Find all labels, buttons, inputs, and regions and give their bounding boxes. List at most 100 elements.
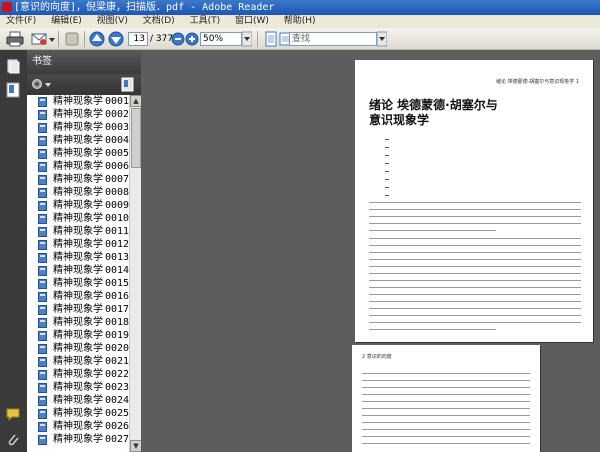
bookmark-item[interactable]: 精神现象学 0022 — [27, 368, 129, 381]
bookmark-item[interactable]: 精神现象学 0006 — [27, 160, 129, 173]
menu-file[interactable]: 文件(F) — [0, 15, 42, 28]
bookmark-item[interactable]: 精神现象学 0016 — [27, 290, 129, 303]
attachments-icon[interactable] — [5, 432, 21, 448]
options-gear-icon[interactable] — [30, 77, 52, 92]
bookmark-label: 精神现象学 — [53, 369, 103, 380]
bookmark-number: 0023 — [105, 382, 129, 393]
bookmark-number: 0003 — [105, 122, 129, 133]
bookmark-item[interactable]: 精神现象学 0027 — [27, 433, 129, 446]
bookmark-item[interactable]: 精神现象学 0007 — [27, 173, 129, 186]
bookmark-page-icon — [38, 305, 47, 315]
bookmark-item[interactable]: 精神现象学 0002 — [27, 108, 129, 121]
new-bookmark-icon[interactable] — [120, 77, 136, 92]
contents-entry — [385, 136, 575, 144]
print-icon[interactable] — [6, 31, 24, 47]
page-number-input[interactable]: 13 — [128, 32, 148, 46]
menu-tools[interactable]: 工具(T) — [184, 15, 227, 28]
pages-icon[interactable] — [5, 58, 21, 74]
bookmark-page-icon — [38, 331, 47, 341]
toolbar: 13 / 377 50% 查找 — [0, 28, 600, 50]
bookmark-item[interactable]: 精神现象学 0019 — [27, 329, 129, 342]
bookmark-item[interactable]: 精神现象学 0001 — [27, 95, 129, 108]
bookmark-label: 精神现象学 — [53, 226, 103, 237]
previous-page-icon[interactable] — [88, 31, 106, 47]
hand-tool-icon[interactable] — [63, 31, 81, 47]
menu-window[interactable]: 窗口(W) — [229, 15, 275, 28]
bookmark-item[interactable]: 精神现象学 0024 — [27, 394, 129, 407]
bookmark-label: 精神现象学 — [53, 252, 103, 263]
bookmark-page-icon — [38, 123, 47, 133]
bookmark-label: 精神现象学 — [53, 304, 103, 315]
contents-entry — [385, 168, 575, 176]
menu-bar: 文件(F) 编辑(E) 视图(V) 文档(D) 工具(T) 窗口(W) 帮助(H… — [0, 15, 600, 28]
bookmark-item[interactable]: 精神现象学 0012 — [27, 238, 129, 251]
bookmark-item[interactable]: 精神现象学 0025 — [27, 407, 129, 420]
zoom-in-icon[interactable] — [183, 31, 201, 47]
window-title: [意识的向度]，倪梁康，扫描版．pdf - Adobe Reader — [14, 2, 275, 13]
scrollbar-thumb[interactable] — [131, 108, 141, 168]
adobe-reader-icon — [2, 2, 12, 12]
bookmark-label: 精神现象学 — [53, 109, 103, 120]
next-page-icon[interactable] — [107, 31, 125, 47]
menu-edit[interactable]: 编辑(E) — [45, 15, 88, 28]
bookmarks-panel: 书签 精神现象学 0001 精神现象学 0002 精神现象学 0003 精神现象学 0004 精… — [27, 50, 142, 452]
toolbar-separator — [84, 31, 85, 47]
bookmark-number: 0018 — [105, 317, 129, 328]
bookmark-item[interactable]: 精神现象学 0026 — [27, 420, 129, 433]
bookmark-number: 0005 — [105, 148, 129, 159]
email-tools-icon[interactable] — [30, 31, 56, 47]
bookmark-item[interactable]: 精神现象学 0017 — [27, 303, 129, 316]
title-bar: [意识的向度]，倪梁康，扫描版．pdf - Adobe Reader — [0, 0, 600, 15]
toolbar-separator — [58, 31, 59, 47]
bookmark-label: 精神现象学 — [53, 382, 103, 393]
bookmark-label: 精神现象学 — [53, 239, 103, 250]
bookmark-number: 0008 — [105, 187, 129, 198]
bookmark-label: 精神现象学 — [53, 148, 103, 159]
bookmark-number: 0010 — [105, 213, 129, 224]
bookmark-label: 精神现象学 — [53, 291, 103, 302]
bookmark-page-icon — [38, 214, 47, 224]
bookmark-item[interactable]: 精神现象学 0023 — [27, 381, 129, 394]
menu-document[interactable]: 文档(D) — [137, 15, 181, 28]
bookmark-label: 精神现象学 — [53, 356, 103, 367]
running-head: 绪论 埃德蒙德·胡塞尔与意识现象学 1 — [496, 79, 579, 85]
menu-view[interactable]: 视图(V) — [91, 15, 134, 28]
bookmark-item[interactable]: 精神现象学 0009 — [27, 199, 129, 212]
bookmarks-icon[interactable] — [5, 82, 21, 98]
zoom-dropdown-icon[interactable] — [242, 31, 252, 47]
search-input[interactable]: 查找 — [289, 32, 377, 46]
bookmarks-scrollbar[interactable]: ▲ ▼ — [129, 95, 142, 452]
bookmark-item[interactable]: 精神现象学 0020 — [27, 342, 129, 355]
comments-icon[interactable] — [5, 406, 21, 422]
bookmark-page-icon — [38, 422, 47, 432]
menu-help[interactable]: 帮助(H) — [278, 15, 322, 28]
zoom-level-input[interactable]: 50% — [200, 32, 242, 46]
bookmark-item[interactable]: 精神现象学 0021 — [27, 355, 129, 368]
document-view[interactable]: 绪论 埃德蒙德·胡塞尔与意识现象学 1 绪论 埃德蒙德·胡塞尔与 意识现象学 2… — [141, 50, 600, 452]
bookmark-number: 0004 — [105, 135, 129, 146]
bookmark-label: 精神现象学 — [53, 343, 103, 354]
bookmark-item[interactable]: 精神现象学 0008 — [27, 186, 129, 199]
bookmark-item[interactable]: 精神现象学 0013 — [27, 251, 129, 264]
bookmarks-panel-header: 书签 — [27, 50, 141, 74]
bookmark-item[interactable]: 精神现象学 0005 — [27, 147, 129, 160]
search-dropdown-icon[interactable] — [377, 31, 387, 47]
bookmark-number: 0015 — [105, 278, 129, 289]
bookmark-item[interactable]: 精神现象学 0011 — [27, 225, 129, 238]
bookmarks-list: 精神现象学 0001 精神现象学 0002 精神现象学 0003 精神现象学 0004 精神现象… — [27, 95, 129, 452]
bookmark-item[interactable]: 精神现象学 0014 — [27, 264, 129, 277]
bookmark-item[interactable]: 精神现象学 0010 — [27, 212, 129, 225]
bookmark-item[interactable]: 精神现象学 0003 — [27, 121, 129, 134]
bookmark-page-icon — [38, 136, 47, 146]
bookmark-item[interactable]: 精神现象学 0004 — [27, 134, 129, 147]
body-text-paragraph — [362, 373, 530, 450]
contents-entry — [385, 192, 575, 200]
bookmark-number: 0019 — [105, 330, 129, 341]
bookmark-label: 精神现象学 — [53, 96, 103, 107]
chapter-title-line: 绪论 埃德蒙德·胡塞尔与 — [369, 98, 498, 112]
bookmark-item[interactable]: 精神现象学 0018 — [27, 316, 129, 329]
bookmark-number: 0026 — [105, 421, 129, 432]
bookmark-item[interactable]: 精神现象学 0015 — [27, 277, 129, 290]
bookmark-page-icon — [38, 188, 47, 198]
bookmark-number: 0009 — [105, 200, 129, 211]
